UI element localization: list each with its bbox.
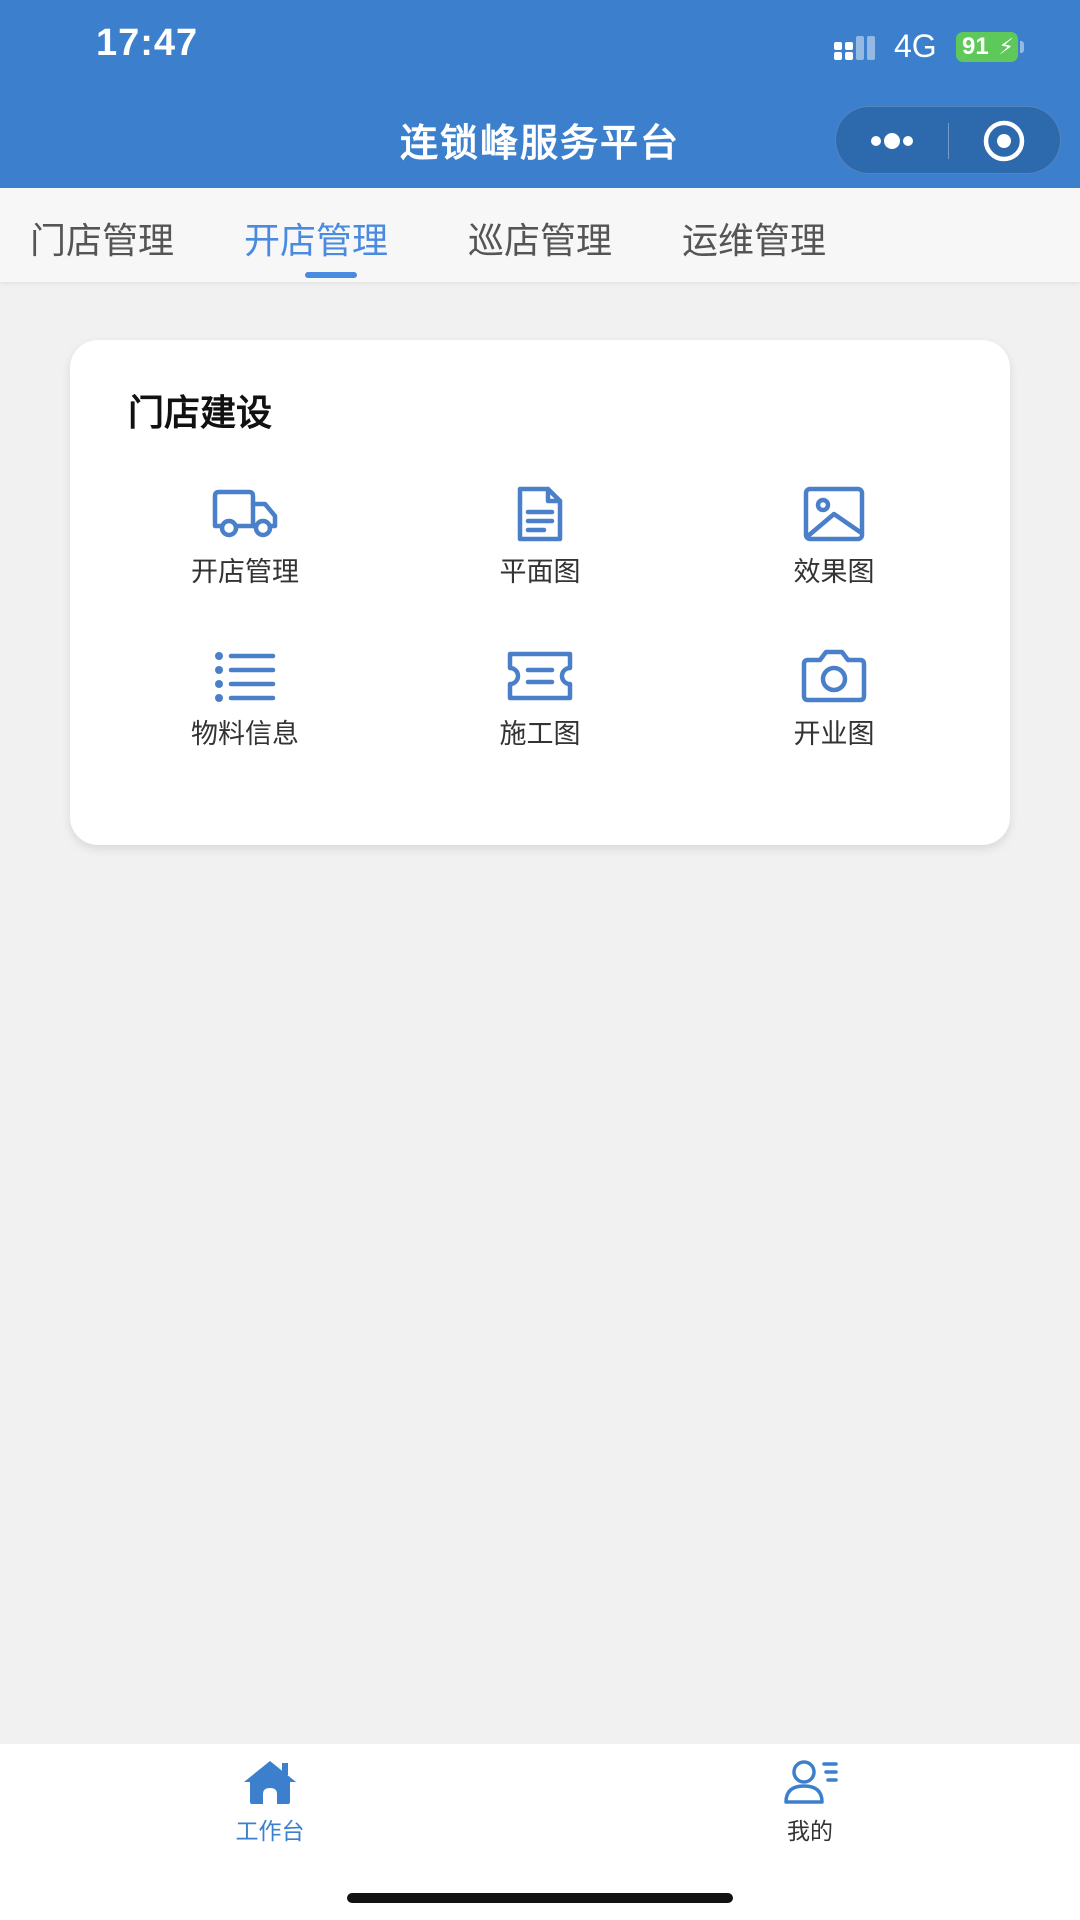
list-icon [215,652,276,702]
tab-store-inspection[interactable]: 巡店管理 [468,212,612,262]
tab-store-management[interactable]: 门店管理 [30,212,174,262]
tab-operations[interactable]: 运维管理 [682,212,826,262]
battery-level: 91 [962,33,989,60]
user-profile-icon [784,1760,838,1804]
status-time: 17:47 [96,22,199,64]
battery-tip [1020,41,1024,53]
grid-item-label: 开店管理 [191,557,299,588]
tabbar-label: 我的 [787,1819,833,1845]
grid-item-opening-photo[interactable]: 开业图 [734,648,934,768]
grid-item-materials[interactable]: 物料信息 [145,648,345,768]
tabbar-item-mine[interactable]: 我的 [730,1758,890,1858]
document-icon [517,486,563,542]
more-dots-icon[interactable] [862,121,922,161]
battery-icon: 91 ⚡ [956,32,1018,62]
top-tabs: 门店管理 开店管理 巡店管理 运维管理 [0,188,1080,282]
tab-store-opening[interactable]: 开店管理 [244,212,388,262]
grid-item-label: 效果图 [793,557,875,588]
network-label: 4G [894,28,937,64]
capsule-divider [948,123,949,159]
home-indicator [347,1893,733,1903]
header: 17:47 4G 91 ⚡ 连锁峰服务平台 [0,0,1080,188]
close-target-icon[interactable] [972,119,1036,163]
card-title: 门店建设 [128,393,273,434]
image-icon [803,486,865,542]
ticket-icon [507,651,573,701]
grid-item-label: 开业图 [793,719,875,750]
miniprogram-capsule [835,106,1061,174]
home-icon [244,1761,296,1804]
truck-icon [212,489,278,538]
camera-icon [801,649,867,703]
grid-item-store-opening[interactable]: 开店管理 [145,486,345,606]
charging-bolt-icon: ⚡ [998,34,1014,59]
grid-item-rendering[interactable]: 效果图 [734,486,934,606]
store-construction-card: 门店建设 开店管理 平面图 效果图 物料信息 施工图 开业图 [70,340,1010,845]
grid-item-label: 施工图 [499,719,581,750]
tabbar-label: 工作台 [235,1819,305,1845]
signal-icon [834,36,875,60]
grid-item-label: 物料信息 [191,719,299,750]
tabbar-item-workbench[interactable]: 工作台 [190,1758,350,1858]
grid-item-label: 平面图 [499,557,581,588]
active-tab-indicator [305,272,357,278]
grid-item-floor-plan[interactable]: 平面图 [440,486,640,606]
grid-item-construction-drawing[interactable]: 施工图 [440,648,640,768]
